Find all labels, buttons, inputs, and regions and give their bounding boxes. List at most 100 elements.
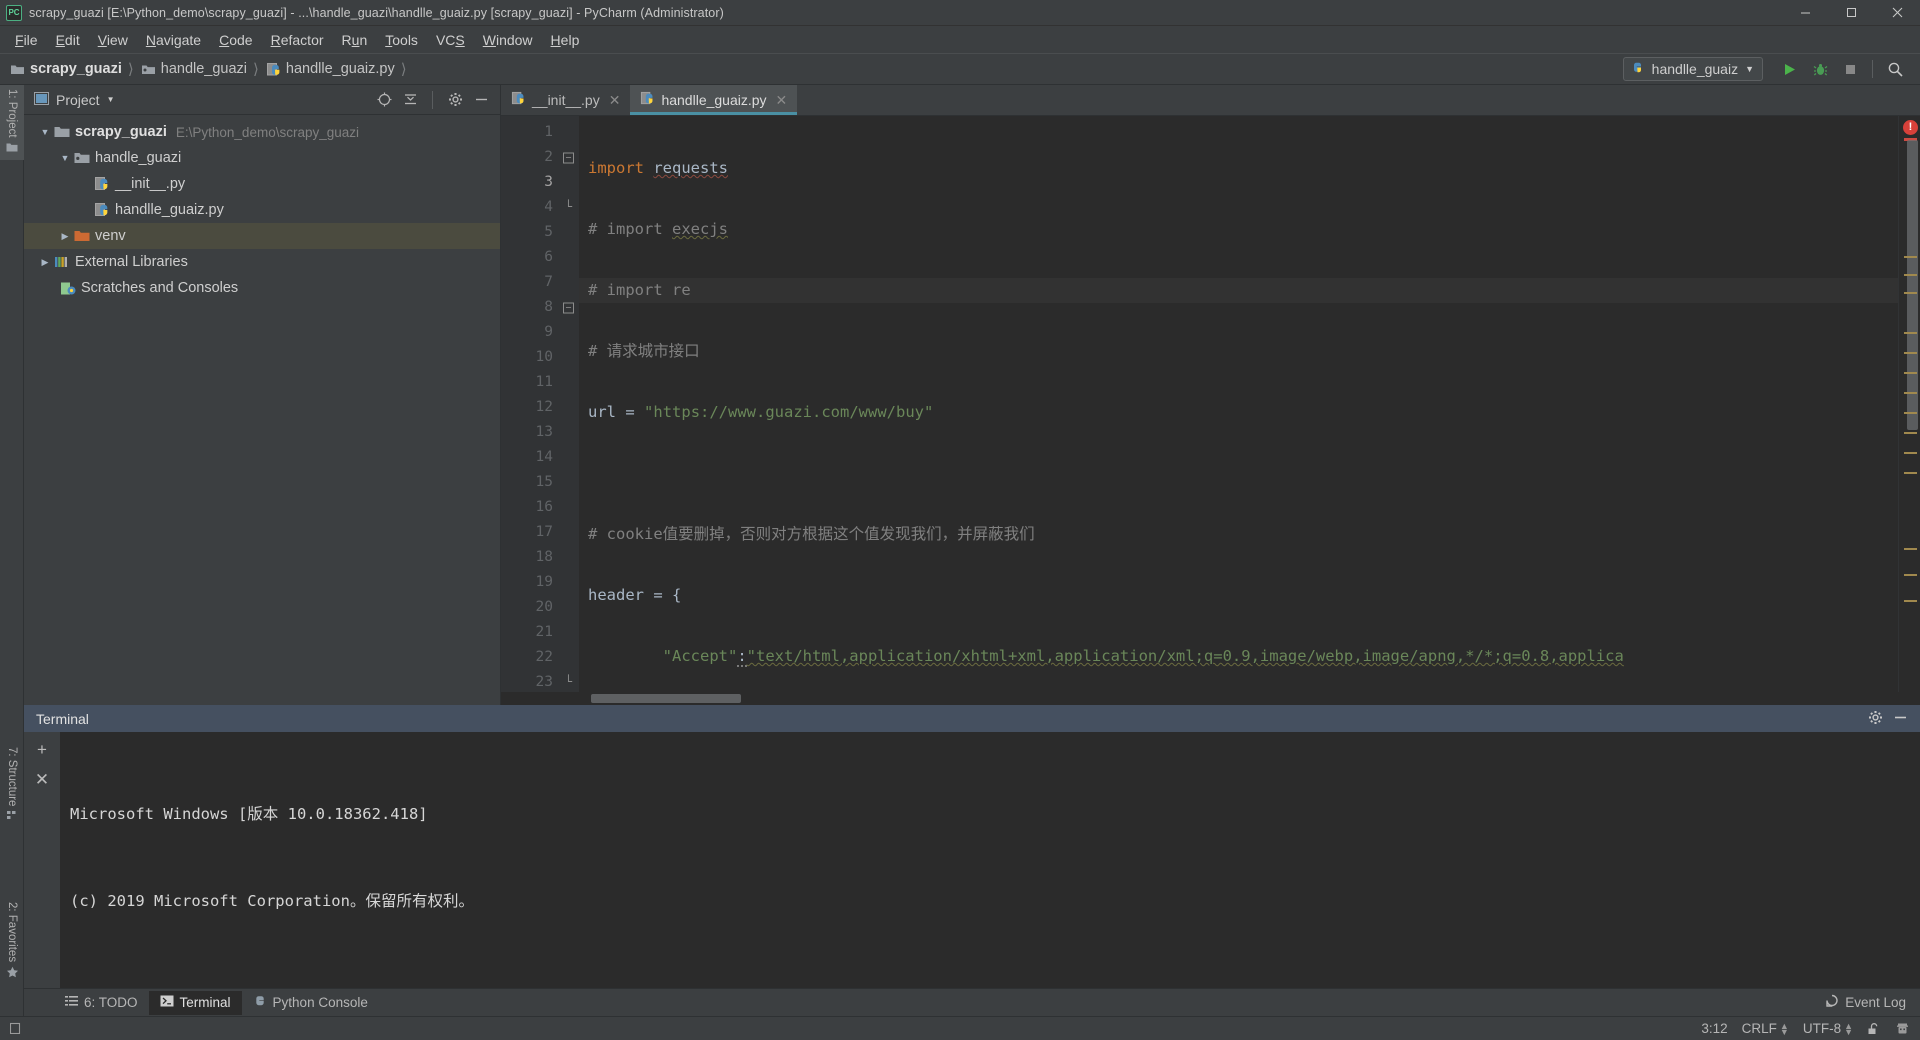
bottom-tab-todo[interactable]: 6: TODO: [54, 991, 149, 1015]
gear-icon[interactable]: [1868, 710, 1883, 728]
line-number: 4: [544, 199, 553, 215]
close-icon[interactable]: ✕: [609, 92, 621, 109]
menu-tools[interactable]: Tools: [376, 29, 427, 51]
warning-marker[interactable]: [1904, 372, 1917, 374]
project-folder-icon: [6, 142, 18, 156]
editor-tab-init[interactable]: __init__.py ✕: [501, 85, 630, 115]
editor-horizontal-scrollbar-thumb[interactable]: [591, 694, 741, 703]
warning-marker[interactable]: [1904, 432, 1917, 434]
editor-vertical-scrollbar-thumb[interactable]: [1907, 140, 1918, 430]
close-terminal-button[interactable]: ✕: [35, 771, 49, 788]
warning-marker[interactable]: [1904, 256, 1917, 258]
minimize-button[interactable]: [1782, 0, 1828, 26]
run-button[interactable]: [1775, 56, 1805, 82]
error-count-badge[interactable]: !: [1903, 120, 1918, 135]
collapse-all-icon[interactable]: [399, 89, 421, 111]
warning-marker[interactable]: [1904, 332, 1917, 334]
new-terminal-tab-button[interactable]: +: [37, 741, 47, 758]
inspector-icon[interactable]: [1895, 1021, 1910, 1036]
gutter-line: 22: [501, 645, 579, 670]
gear-icon[interactable]: [444, 89, 466, 111]
event-log-button[interactable]: Event Log: [1825, 994, 1920, 1011]
rail-item-favorites[interactable]: 2: Favorites: [0, 898, 24, 986]
warning-marker[interactable]: [1904, 574, 1917, 576]
tree-row[interactable]: handlle_guaiz.py: [24, 197, 500, 223]
maximize-button[interactable]: [1828, 0, 1874, 26]
tree-row[interactable]: ▶ venv: [24, 223, 500, 249]
bottom-tab-terminal[interactable]: Terminal: [148, 990, 242, 1015]
expand-arrow-icon[interactable]: ▼: [38, 127, 52, 137]
warning-marker[interactable]: [1904, 392, 1917, 394]
tree-label: scrapy_guazi: [75, 124, 167, 140]
python-file-icon: [640, 91, 655, 109]
warning-marker[interactable]: [1904, 600, 1917, 602]
menu-edit[interactable]: Edit: [47, 29, 89, 51]
breadcrumb-item-project[interactable]: scrapy_guazi: [10, 61, 122, 77]
tree-row[interactable]: ▶ External Libraries: [24, 249, 500, 275]
menu-view[interactable]: View: [89, 29, 137, 51]
fold-marker-icon[interactable]: −: [563, 152, 574, 163]
terminal-output[interactable]: Microsoft Windows [版本 10.0.18362.418] (c…: [60, 732, 1920, 988]
code-text-area[interactable]: import requests # import execjs # import…: [579, 116, 1898, 692]
menu-file[interactable]: File: [6, 29, 47, 51]
status-left-icon[interactable]: [9, 1021, 23, 1037]
project-panel-title-group[interactable]: Project ▼: [34, 91, 115, 108]
warning-marker[interactable]: [1904, 292, 1917, 294]
locate-target-icon[interactable]: [373, 89, 395, 111]
editor-horizontal-scrollbar[interactable]: [501, 692, 1920, 705]
menu-code[interactable]: Code: [210, 29, 261, 51]
editor-marker-bar[interactable]: !: [1898, 116, 1920, 692]
warning-marker[interactable]: [1904, 352, 1917, 354]
warning-marker[interactable]: [1904, 452, 1917, 454]
tree-row[interactable]: ▼ handle_guazi: [24, 145, 500, 171]
encoding-selector[interactable]: UTF-8 ▲ ▼: [1803, 1021, 1853, 1036]
expand-arrow-icon[interactable]: ▼: [58, 153, 72, 163]
caret-position[interactable]: 3:12: [1701, 1021, 1727, 1036]
gutter-line: 9: [501, 320, 579, 345]
code-line: "Accept":"text/html,application/xhtml+xm…: [662, 647, 1624, 667]
search-icon[interactable]: [1880, 56, 1910, 82]
tree-label: handle_guazi: [95, 150, 182, 166]
tree-row[interactable]: Scratches and Consoles: [24, 275, 500, 301]
tree-row[interactable]: ▼ scrapy_guazi E:\Python_demo\scrapy_gua…: [24, 119, 500, 145]
tree-row[interactable]: __init__.py: [24, 171, 500, 197]
unlocked-icon[interactable]: [1867, 1022, 1881, 1036]
breadcrumb-item-file[interactable]: handlle_guaiz.py: [266, 61, 395, 77]
minimize-icon[interactable]: [1893, 710, 1908, 728]
menu-run[interactable]: Run: [333, 29, 377, 51]
menu-window[interactable]: Window: [474, 29, 542, 51]
close-button[interactable]: [1874, 0, 1920, 26]
run-configuration-selector[interactable]: handlle_guaiz ▼: [1622, 57, 1763, 81]
editor-tab-handlle-guaiz[interactable]: handlle_guaiz.py ✕: [630, 85, 798, 115]
close-icon[interactable]: ✕: [776, 92, 788, 109]
project-window-icon: [34, 91, 49, 108]
fold-end-icon[interactable]: └: [563, 200, 574, 213]
code-line: # 请求城市接口: [588, 342, 700, 360]
warning-marker[interactable]: [1904, 548, 1917, 550]
collapse-arrow-icon[interactable]: ▶: [58, 231, 72, 242]
gutter-line: 18: [501, 545, 579, 570]
bottom-tab-python-console[interactable]: Python Console: [242, 991, 379, 1015]
warning-marker[interactable]: [1904, 274, 1917, 276]
fold-marker-icon[interactable]: −: [563, 302, 574, 313]
gutter-line: 4 └: [501, 195, 579, 220]
hide-panel-icon[interactable]: [470, 89, 492, 111]
todo-icon: [65, 995, 78, 1010]
rail-item-project[interactable]: 1: Project: [0, 85, 24, 160]
rail-item-structure[interactable]: 7: Structure: [0, 743, 24, 828]
warning-marker[interactable]: [1904, 412, 1917, 414]
collapse-arrow-icon[interactable]: ▶: [38, 257, 52, 268]
debug-button[interactable]: [1805, 56, 1835, 82]
breadcrumb-item-package[interactable]: handle_guazi: [141, 61, 247, 77]
bottom-tab-label: 6: TODO: [84, 995, 138, 1010]
menu-navigate[interactable]: Navigate: [137, 29, 210, 51]
line-separator-selector[interactable]: CRLF ▲ ▼: [1742, 1021, 1789, 1036]
menu-refactor[interactable]: Refactor: [262, 29, 333, 51]
warning-marker[interactable]: [1904, 472, 1917, 474]
line-number: 18: [535, 549, 553, 565]
menu-vcs[interactable]: VCS: [427, 29, 474, 51]
stop-button[interactable]: [1835, 56, 1865, 82]
fold-end-icon[interactable]: └: [563, 675, 574, 688]
menu-help[interactable]: Help: [542, 29, 589, 51]
editor-gutter[interactable]: 1 2− 3 4 └ 5 6 7 8− 9 10 11 12 13 14 15 …: [501, 116, 579, 692]
